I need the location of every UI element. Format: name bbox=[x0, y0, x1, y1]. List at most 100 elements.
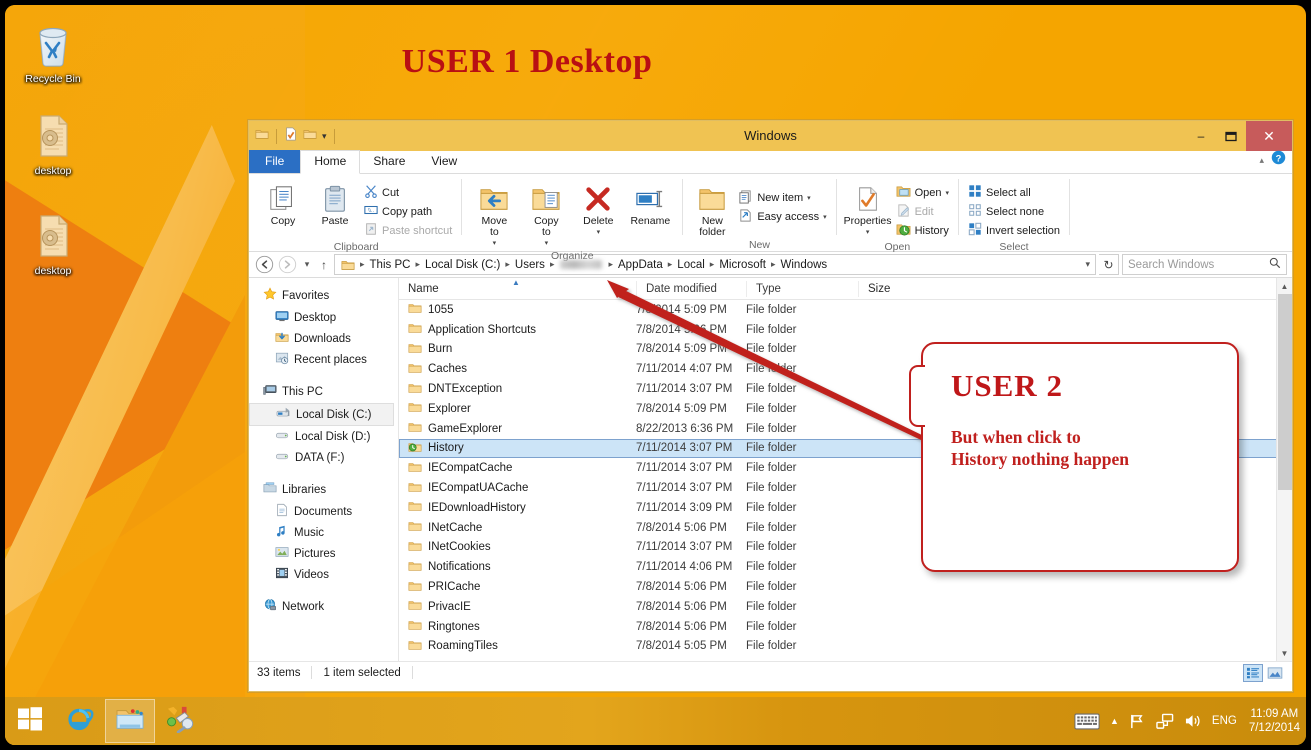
network-tray-icon[interactable] bbox=[1156, 713, 1174, 730]
nav-section-libraries[interactable]: Libraries bbox=[249, 478, 398, 501]
ribbon-group-clipboard[interactable]: Copy Paste bbox=[253, 176, 459, 251]
ribbon-tabs[interactable]: File Home Share View ▴ ? bbox=[249, 151, 1292, 174]
table-row[interactable]: PRICache7/8/2014 5:06 PMFile folder bbox=[399, 577, 1292, 597]
sidebar-item-data-f[interactable]: DATA (F:) bbox=[249, 447, 398, 468]
tab-share[interactable]: Share bbox=[360, 151, 418, 173]
taskbar-buttons[interactable] bbox=[5, 697, 205, 745]
nav-section-favorites[interactable]: Favorites bbox=[249, 284, 398, 307]
history-button[interactable]: History bbox=[893, 221, 952, 240]
refresh-icon[interactable]: ↻ bbox=[1099, 254, 1119, 275]
chevron-down-icon[interactable]: ▾ bbox=[823, 213, 827, 221]
vertical-scrollbar[interactable]: ▲ ▼ bbox=[1276, 278, 1292, 661]
sidebar-item-music[interactable]: Music bbox=[249, 522, 398, 543]
sidebar-item-pictures[interactable]: Pictures bbox=[249, 543, 398, 564]
file-name-cell[interactable]: IECompatCache bbox=[399, 460, 636, 477]
ribbon-group-select[interactable]: Select all Select none bbox=[961, 176, 1067, 251]
sidebar-item-videos[interactable]: Videos bbox=[249, 564, 398, 585]
keyboard-icon[interactable] bbox=[1074, 713, 1100, 730]
search-input[interactable]: Search Windows bbox=[1122, 254, 1287, 275]
tab-file[interactable]: File bbox=[249, 150, 300, 173]
scrollbar-thumb[interactable] bbox=[1278, 294, 1292, 490]
ribbon[interactable]: Copy Paste bbox=[249, 174, 1292, 252]
table-row[interactable]: Ringtones7/8/2014 5:06 PMFile folder bbox=[399, 617, 1292, 637]
properties-button[interactable]: Properties ▾ bbox=[843, 179, 893, 238]
move-to-button[interactable]: Move to ▾ bbox=[468, 179, 520, 249]
new-folder-button[interactable]: New folder bbox=[689, 179, 735, 238]
select-all-button[interactable]: Select all bbox=[965, 183, 1063, 202]
recent-locations-icon[interactable]: ▾ bbox=[300, 259, 314, 270]
nav-section-network[interactable]: Network bbox=[249, 595, 398, 618]
close-button[interactable]: ✕ bbox=[1246, 121, 1292, 151]
breadcrumb-item-local[interactable]: Local bbox=[674, 259, 708, 271]
sidebar-item-local-disk-d[interactable]: Local Disk (D:) bbox=[249, 426, 398, 447]
sidebar-item-documents[interactable]: Documents bbox=[249, 501, 398, 522]
invert-selection-button[interactable]: Invert selection bbox=[965, 221, 1063, 240]
folder-icon[interactable] bbox=[255, 127, 269, 146]
desktop-icon-desktop-1[interactable]: desktop bbox=[7, 113, 99, 179]
file-name-cell[interactable]: RoamingTiles bbox=[399, 638, 636, 655]
chevron-down-icon[interactable]: ▾ bbox=[493, 238, 497, 249]
navigation-pane[interactable]: Favorites Desktop Downloads bbox=[249, 278, 399, 661]
chevron-down-icon[interactable]: ▾ bbox=[322, 131, 327, 142]
file-name-cell[interactable]: Notifications bbox=[399, 559, 636, 576]
sidebar-item-downloads[interactable]: Downloads bbox=[249, 328, 398, 349]
open-button[interactable]: Open ▾ bbox=[893, 183, 952, 202]
sidebar-item-local-disk-c[interactable]: Local Disk (C:) bbox=[249, 403, 394, 426]
nav-section-this-pc[interactable]: This PC bbox=[249, 380, 398, 403]
chevron-down-icon[interactable]: ▾ bbox=[597, 227, 601, 238]
up-arrow-icon[interactable]: ↑ bbox=[317, 258, 331, 272]
start-button[interactable] bbox=[5, 699, 55, 743]
back-arrow-icon[interactable] bbox=[254, 255, 274, 275]
breadcrumb-item-microsoft[interactable]: Microsoft bbox=[716, 259, 769, 271]
ribbon-group-new[interactable]: New folder New item ▾ bbox=[685, 176, 833, 251]
breadcrumb-item-this-pc[interactable]: This PC bbox=[367, 259, 414, 271]
window-title-bar[interactable]: ▾ Windows – ✕ bbox=[249, 121, 1292, 151]
new-folder-props-icon[interactable] bbox=[284, 127, 298, 146]
file-name-cell[interactable]: INetCache bbox=[399, 519, 636, 536]
language-indicator[interactable]: ENG bbox=[1212, 715, 1237, 727]
large-icons-view-icon[interactable] bbox=[1265, 664, 1285, 682]
copy-to-button[interactable]: Copy to ▾ bbox=[520, 179, 572, 249]
search-icon[interactable] bbox=[1269, 257, 1281, 272]
desktop-icon-recycle-bin[interactable]: Recycle Bin bbox=[7, 21, 99, 87]
file-name-cell[interactable]: Ringtones bbox=[399, 618, 636, 635]
file-name-cell[interactable]: IEDownloadHistory bbox=[399, 499, 636, 516]
chevron-down-icon[interactable]: ▾ bbox=[1085, 259, 1090, 270]
scroll-up-icon[interactable]: ▲ bbox=[1277, 278, 1292, 294]
chevron-down-icon[interactable]: ▾ bbox=[866, 227, 870, 238]
delete-button[interactable]: Delete ▾ bbox=[572, 179, 624, 238]
copy-path-button[interactable]: \\.. Copy path bbox=[361, 202, 455, 221]
taskbar-paint-tools[interactable] bbox=[155, 699, 205, 743]
maximize-button[interactable] bbox=[1216, 121, 1246, 151]
chevron-up-icon[interactable]: ▴ bbox=[1259, 155, 1264, 166]
taskbar-internet-explorer[interactable] bbox=[55, 699, 105, 743]
ribbon-group-open[interactable]: Properties ▾ Open ▾ bbox=[839, 176, 956, 251]
action-center-flag-icon[interactable] bbox=[1129, 713, 1146, 730]
desktop-icon-desktop-2[interactable]: desktop bbox=[7, 213, 99, 279]
breadcrumb-item-windows[interactable]: Windows bbox=[778, 259, 831, 271]
desktop[interactable]: Recycle Bin desktop bbox=[5, 5, 1306, 745]
chevron-down-icon[interactable]: ▾ bbox=[807, 194, 811, 202]
ribbon-controls[interactable]: ▴ ? bbox=[1259, 150, 1286, 170]
minimize-button[interactable]: – bbox=[1186, 121, 1216, 151]
file-name-cell[interactable]: INetCookies bbox=[399, 539, 636, 556]
sidebar-item-desktop[interactable]: Desktop bbox=[249, 307, 398, 328]
clock[interactable]: 11:09 AM 7/12/2014 bbox=[1247, 707, 1300, 735]
ribbon-group-organize[interactable]: Move to ▾ Copy to ▾ bbox=[464, 176, 680, 251]
window-controls[interactable]: – ✕ bbox=[1186, 121, 1292, 151]
breadcrumb-item-username-redacted[interactable] bbox=[560, 260, 602, 269]
breadcrumb-dropdown[interactable]: ▾ bbox=[1085, 259, 1092, 270]
copy-button[interactable]: Copy bbox=[257, 179, 309, 227]
file-name-cell[interactable]: IECompatUACache bbox=[399, 480, 636, 497]
file-name-cell[interactable]: PrivacIE bbox=[399, 598, 636, 615]
forward-arrow-icon[interactable] bbox=[277, 255, 297, 275]
table-row[interactable]: PrivacIE7/8/2014 5:06 PMFile folder bbox=[399, 597, 1292, 617]
taskbar-file-explorer[interactable] bbox=[105, 699, 155, 743]
sidebar-item-recent-places[interactable]: Recent places bbox=[249, 349, 398, 370]
chevron-up-icon[interactable]: ▲ bbox=[1110, 716, 1119, 726]
paste-button[interactable]: Paste bbox=[309, 179, 361, 227]
view-mode-buttons[interactable] bbox=[1243, 664, 1292, 682]
chevron-down-icon[interactable]: ▾ bbox=[545, 238, 549, 249]
file-name-cell[interactable]: PRICache bbox=[399, 579, 636, 596]
chevron-down-icon[interactable]: ▾ bbox=[946, 189, 950, 197]
